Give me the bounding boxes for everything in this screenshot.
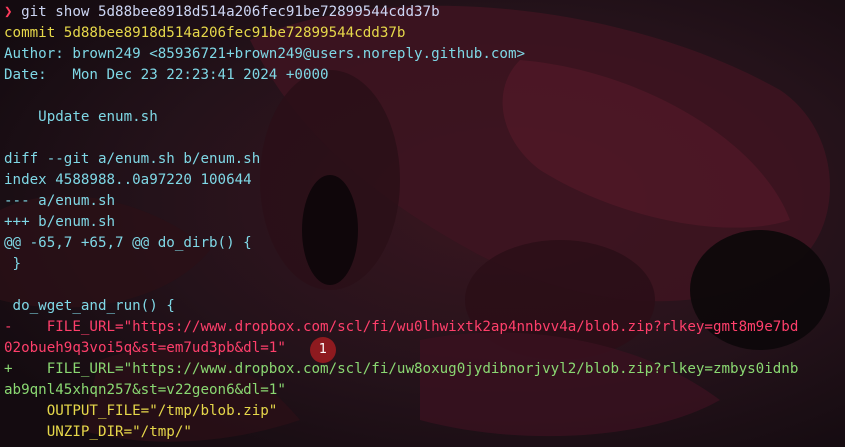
diff-context-line: UNZIP_DIR="/tmp/" [4, 424, 192, 440]
diff-removed-line: - FILE_URL="https://www.dropbox.com/scl/… [4, 319, 799, 335]
diff-index: index 4588988..0a97220 100644 [4, 172, 252, 188]
diff-context-line: } [4, 256, 22, 272]
prompt-arrow-icon: ❯ [4, 4, 13, 20]
commit-line: commit 5d88bee8918d514a206fec91be7289954… [4, 25, 406, 41]
commit-message: Update enum.sh [4, 109, 158, 125]
terminal-output: ❯ git show 5d88bee8918d514a206fec91be728… [0, 0, 845, 447]
date-line: Date: Mon Dec 23 22:23:41 2024 +0000 [4, 67, 329, 83]
diff-context-line: do_wget_and_run() { [4, 298, 175, 314]
diff-context-line [4, 275, 845, 296]
diff-new-file: +++ b/enum.sh [4, 214, 116, 230]
diff-old-file: --- a/enum.sh [4, 193, 116, 209]
diff-header: diff --git a/enum.sh b/enum.sh [4, 151, 261, 167]
diff-removed-line-wrap: 02obueh9q3voi5q&st=em7ud3pb&dl=1" [4, 340, 286, 356]
prompt-line: ❯ git show 5d88bee8918d514a206fec91be728… [4, 2, 845, 23]
diff-added-line: + FILE_URL="https://www.dropbox.com/scl/… [4, 361, 799, 377]
annotation-badge: 1 [310, 337, 336, 363]
command-text: git show 5d88bee8918d514a206fec91be72899… [21, 4, 440, 20]
diff-hunk-header: @@ -65,7 +65,7 @@ do_dirb() { [4, 235, 252, 251]
diff-added-line-wrap: ab9qnl45xhqn257&st=v22geon6&dl=1" [4, 382, 286, 398]
diff-context-line: OUTPUT_FILE="/tmp/blob.zip" [4, 403, 278, 419]
author-line: Author: brown249 <85936721+brown249@user… [4, 46, 526, 62]
